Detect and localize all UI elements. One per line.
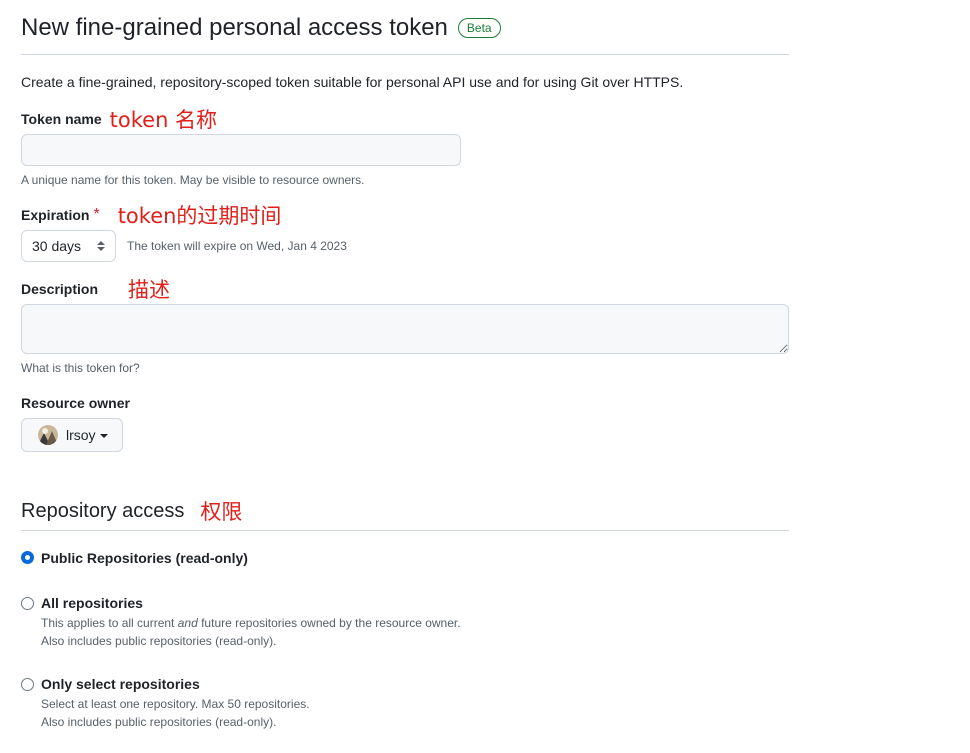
expiration-select[interactable]: 30 days xyxy=(21,230,116,262)
resource-owner-label: Resource owner xyxy=(21,395,130,411)
select-arrows-icon xyxy=(97,241,105,251)
page-header: New fine-grained personal access token B… xyxy=(21,14,501,42)
token-name-label: Token name xyxy=(21,111,102,127)
required-mark: * xyxy=(93,206,100,223)
only-select-repositories-label[interactable]: Only select repositories xyxy=(41,676,200,692)
description-textarea[interactable] xyxy=(21,304,789,354)
description-label: Description xyxy=(21,281,99,297)
radio-all-repositories[interactable] xyxy=(21,597,34,610)
repository-access-annotation: 权限 xyxy=(200,500,243,524)
only-select-repositories-desc: Select at least one repository. Max 50 r… xyxy=(41,697,310,711)
radio-only-select-repositories[interactable] xyxy=(21,678,34,691)
repository-access-header: Repository access 权限 xyxy=(21,496,242,526)
all-repositories-desc-line2: Also includes public repositories (read-… xyxy=(41,634,277,648)
expiration-label: Expiration xyxy=(21,207,90,223)
caret-down-icon xyxy=(99,433,108,438)
expiration-hint: The token will expire on Wed, Jan 4 2023 xyxy=(127,239,347,253)
intro-text: Create a fine-grained, repository-scoped… xyxy=(21,74,684,90)
all-repositories-label[interactable]: All repositories xyxy=(41,595,143,611)
header-divider xyxy=(21,54,789,55)
all-repositories-desc: This applies to all current and future r… xyxy=(41,616,461,630)
token-name-input[interactable] xyxy=(21,134,461,166)
token-name-row: Token name token 名称 xyxy=(21,104,217,134)
description-hint: What is this token for? xyxy=(21,361,140,375)
public-repositories-label[interactable]: Public Repositories (read-only) xyxy=(41,550,248,566)
only-select-repositories-desc-line2: Also includes public repositories (read-… xyxy=(41,715,277,729)
resource-owner-dropdown[interactable]: lrsoy xyxy=(21,418,123,452)
page-title: New fine-grained personal access token xyxy=(21,14,448,41)
repository-access-divider xyxy=(21,530,789,531)
avatar xyxy=(38,425,58,445)
beta-badge: Beta xyxy=(457,18,501,38)
description-row: Description 描述 xyxy=(21,274,170,304)
token-name-hint: A unique name for this token. May be vis… xyxy=(21,173,365,187)
expiration-annotation: token的过期时间 xyxy=(117,204,282,228)
expiration-row: Expiration * token的过期时间 xyxy=(21,200,281,230)
resource-owner-name: lrsoy xyxy=(66,427,96,443)
radio-public-repositories[interactable] xyxy=(21,551,34,564)
description-annotation: 描述 xyxy=(128,278,171,302)
token-name-annotation: token 名称 xyxy=(109,108,218,132)
expiration-selected-value: 30 days xyxy=(32,238,82,254)
repository-access-title: Repository access xyxy=(21,499,185,522)
